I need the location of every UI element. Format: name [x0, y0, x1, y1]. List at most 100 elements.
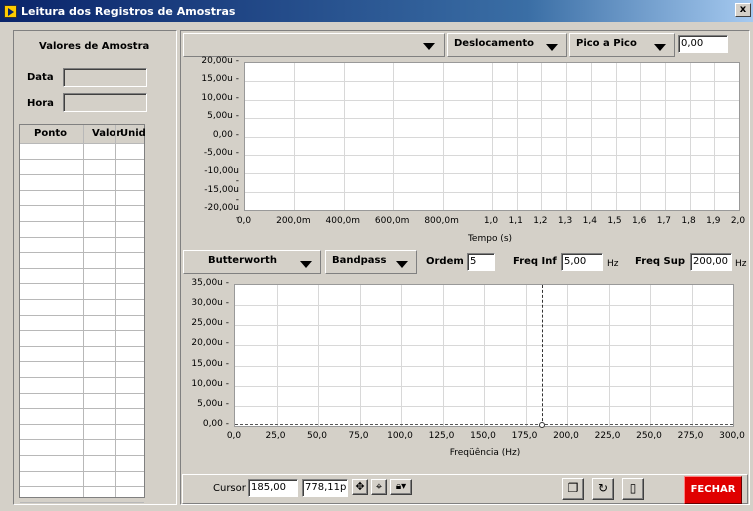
table-row	[20, 267, 144, 269]
table-row	[20, 143, 144, 144]
table-row	[20, 345, 144, 347]
freq-sup-field[interactable]: 200,00	[690, 253, 732, 271]
gridline	[294, 63, 296, 210]
gridline	[516, 63, 518, 210]
gridline	[484, 285, 485, 426]
y-tick-label: 30,00u -	[191, 298, 229, 309]
y-tick-label: -10,00u -	[204, 166, 239, 187]
x-tick-label: 300,0	[719, 431, 745, 441]
x-tick-label: 800,0m	[424, 216, 459, 226]
x-tick-label: 0,0	[236, 216, 252, 226]
table-row	[20, 314, 144, 316]
gridline	[650, 285, 651, 426]
filter-type-value: Butterworth	[208, 255, 277, 266]
data-field	[63, 68, 147, 87]
table-row	[20, 189, 144, 191]
window-title: Leitura dos Registros de Amostras	[21, 4, 236, 18]
gridline	[541, 63, 543, 210]
mode-value: Pico a Pico	[576, 38, 637, 49]
y-tick-label: 25,00u -	[191, 318, 229, 329]
gridline	[525, 285, 527, 426]
gridline	[590, 63, 592, 210]
freq-inf-unit: Hz	[607, 259, 619, 269]
series-line	[235, 424, 733, 425]
x-tick-label: 250,0	[636, 431, 662, 441]
y-tick-label: 0,00 -	[202, 419, 229, 429]
result-field[interactable]: 0,00	[678, 35, 728, 53]
time-plot-area[interactable]	[244, 62, 740, 211]
cursor-x-field[interactable]: 185,00	[248, 479, 298, 497]
gridline	[492, 63, 493, 210]
filter-type-dropdown[interactable]: Butterworth	[183, 250, 321, 274]
freq-inf-field[interactable]: 5,00	[561, 253, 603, 271]
col-unid: Unid	[120, 128, 146, 139]
gridline	[276, 285, 278, 426]
col-divider	[115, 125, 116, 497]
y-tick-label: 20,00u -	[191, 338, 229, 349]
frequency-axis-label: Freqüência (Hz)	[449, 448, 521, 458]
chevron-down-icon[interactable]	[423, 43, 435, 50]
x-tick-label: 50,0	[306, 431, 328, 441]
table-row	[20, 330, 144, 332]
table-row	[20, 205, 144, 207]
hora-label: Hora	[27, 98, 54, 109]
measure-value: Deslocamento	[454, 38, 534, 49]
table-row	[20, 486, 144, 488]
move-cursor-icon[interactable]: ✥	[352, 479, 368, 495]
mode-dropdown[interactable]: Pico a Pico	[569, 33, 675, 57]
app-icon	[4, 4, 17, 18]
filter-band-dropdown[interactable]: Bandpass	[325, 250, 417, 274]
freq-sup-label: Freq Sup	[635, 256, 686, 267]
fechar-button[interactable]: FECHAR	[684, 476, 742, 504]
col-ponto: Ponto	[34, 128, 67, 139]
lock-icon[interactable]: 🔒︎▾	[390, 479, 412, 495]
x-tick-label: 125,0	[428, 431, 455, 441]
channel-dropdown[interactable]	[183, 33, 445, 57]
gridline	[689, 63, 691, 210]
data-label: Data	[27, 72, 54, 83]
gridline	[318, 285, 319, 426]
col-divider	[83, 125, 84, 497]
y-tick-label: 10,00u -	[201, 92, 239, 103]
ordem-field[interactable]: 5	[467, 253, 495, 271]
x-tick-label: 275,0	[677, 431, 704, 441]
x-tick-label: 25,0	[265, 431, 286, 441]
cursor-label: Cursor	[213, 483, 246, 494]
refresh-icon[interactable]: ↻	[592, 478, 614, 500]
new-page-icon[interactable]: ▯	[622, 478, 644, 500]
sample-table[interactable]: Ponto Valor Unid	[19, 124, 146, 503]
cursor-line	[542, 285, 544, 426]
gridline	[664, 63, 666, 210]
table-row	[20, 423, 144, 425]
gridline	[442, 285, 444, 426]
hora-field	[63, 93, 147, 112]
chevron-down-icon	[300, 261, 312, 268]
copy-icon[interactable]: ❐	[562, 478, 584, 500]
table-row	[20, 252, 144, 254]
freq-inf-label: Freq Inf	[513, 256, 557, 267]
cursor-y-field[interactable]: 778,11p	[302, 479, 348, 497]
gridline	[442, 63, 444, 210]
col-valor: Valor	[92, 128, 122, 139]
gridline	[401, 285, 402, 426]
table-row	[20, 501, 144, 503]
x-tick-label: 2,0	[730, 216, 746, 226]
chevron-down-icon	[654, 44, 666, 51]
y-tick-label: 20,00u -	[201, 56, 239, 66]
gridline	[608, 285, 610, 426]
frequency-plot-area[interactable]	[234, 284, 734, 428]
y-tick-label: 35,00u -	[191, 278, 229, 288]
close-window-button[interactable]: x	[735, 3, 751, 17]
x-tick-label: 175,0	[511, 431, 538, 441]
y-tick-label: 5,00u -	[207, 111, 239, 122]
gridline	[691, 285, 693, 426]
table-row	[20, 236, 144, 238]
table-row	[20, 439, 144, 441]
y-tick-label: 0,00 -	[212, 129, 239, 140]
crosshair-icon[interactable]: ⌖	[371, 479, 387, 495]
table-row	[20, 221, 144, 222]
measure-dropdown[interactable]: Deslocamento	[447, 33, 567, 57]
table-row	[20, 299, 144, 300]
x-tick-label: 200,0m	[276, 216, 311, 226]
gridline	[566, 63, 568, 210]
